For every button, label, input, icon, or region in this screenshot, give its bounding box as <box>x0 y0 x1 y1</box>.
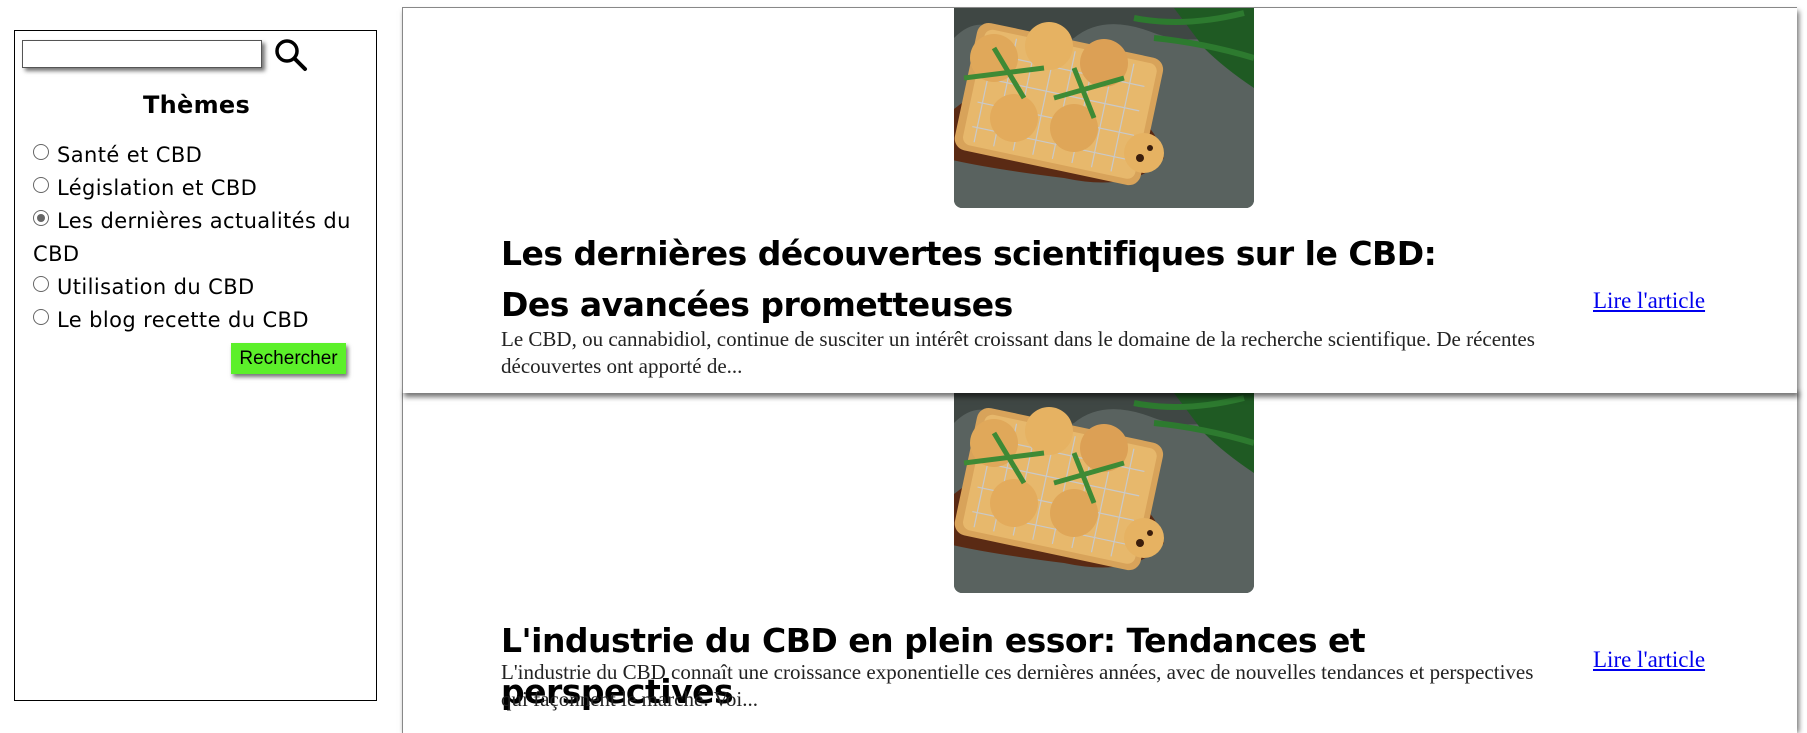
search-icon[interactable] <box>274 38 308 72</box>
theme-list: Santé et CBD Législation et CBD Les dern… <box>33 139 363 337</box>
article-image[interactable] <box>954 8 1254 208</box>
radio-button-selected[interactable] <box>33 210 49 226</box>
radio-button[interactable] <box>33 177 49 193</box>
theme-label: Le blog recette du CBD <box>57 308 309 332</box>
theme-label: Santé et CBD <box>57 143 203 167</box>
theme-label: Législation et CBD <box>57 176 258 200</box>
cookies-image <box>954 8 1254 208</box>
theme-label: Utilisation du CBD <box>57 275 255 299</box>
article-image[interactable] <box>954 393 1254 593</box>
search-input[interactable] <box>22 40 262 68</box>
sidebar: Thèmes Santé et CBD Législation et CBD L… <box>14 30 377 701</box>
theme-option-legislation[interactable]: Législation et CBD <box>33 172 363 205</box>
radio-button[interactable] <box>33 276 49 292</box>
radio-button[interactable] <box>33 144 49 160</box>
radio-button[interactable] <box>33 309 49 325</box>
article-card: L'industrie du CBD en plein essor: Tenda… <box>402 392 1797 733</box>
theme-option-actualites[interactable]: Les dernières actualités du CBD <box>33 205 363 271</box>
read-article-link[interactable]: Lire l'article <box>1593 647 1705 673</box>
article-excerpt: L'industrie du CBD connaît une croissanc… <box>501 660 1534 711</box>
search-submit-button[interactable]: Rechercher <box>231 343 346 374</box>
article-excerpt: Le CBD, ou cannabidiol, continue de susc… <box>501 327 1535 378</box>
cookies-image <box>954 393 1254 593</box>
theme-option-utilisation[interactable]: Utilisation du CBD <box>33 271 363 304</box>
theme-label: Les dernières actualités du CBD <box>33 209 351 266</box>
read-article-link[interactable]: Lire l'article <box>1593 288 1705 314</box>
article-card: Les dernières découvertes scientifiques … <box>402 7 1797 393</box>
theme-option-sante[interactable]: Santé et CBD <box>33 139 363 172</box>
article-title[interactable]: Les dernières découvertes scientifiques … <box>501 228 1501 330</box>
theme-option-recettes[interactable]: Le blog recette du CBD <box>33 304 363 337</box>
search-bar <box>22 38 322 74</box>
themes-heading: Thèmes <box>142 91 251 119</box>
